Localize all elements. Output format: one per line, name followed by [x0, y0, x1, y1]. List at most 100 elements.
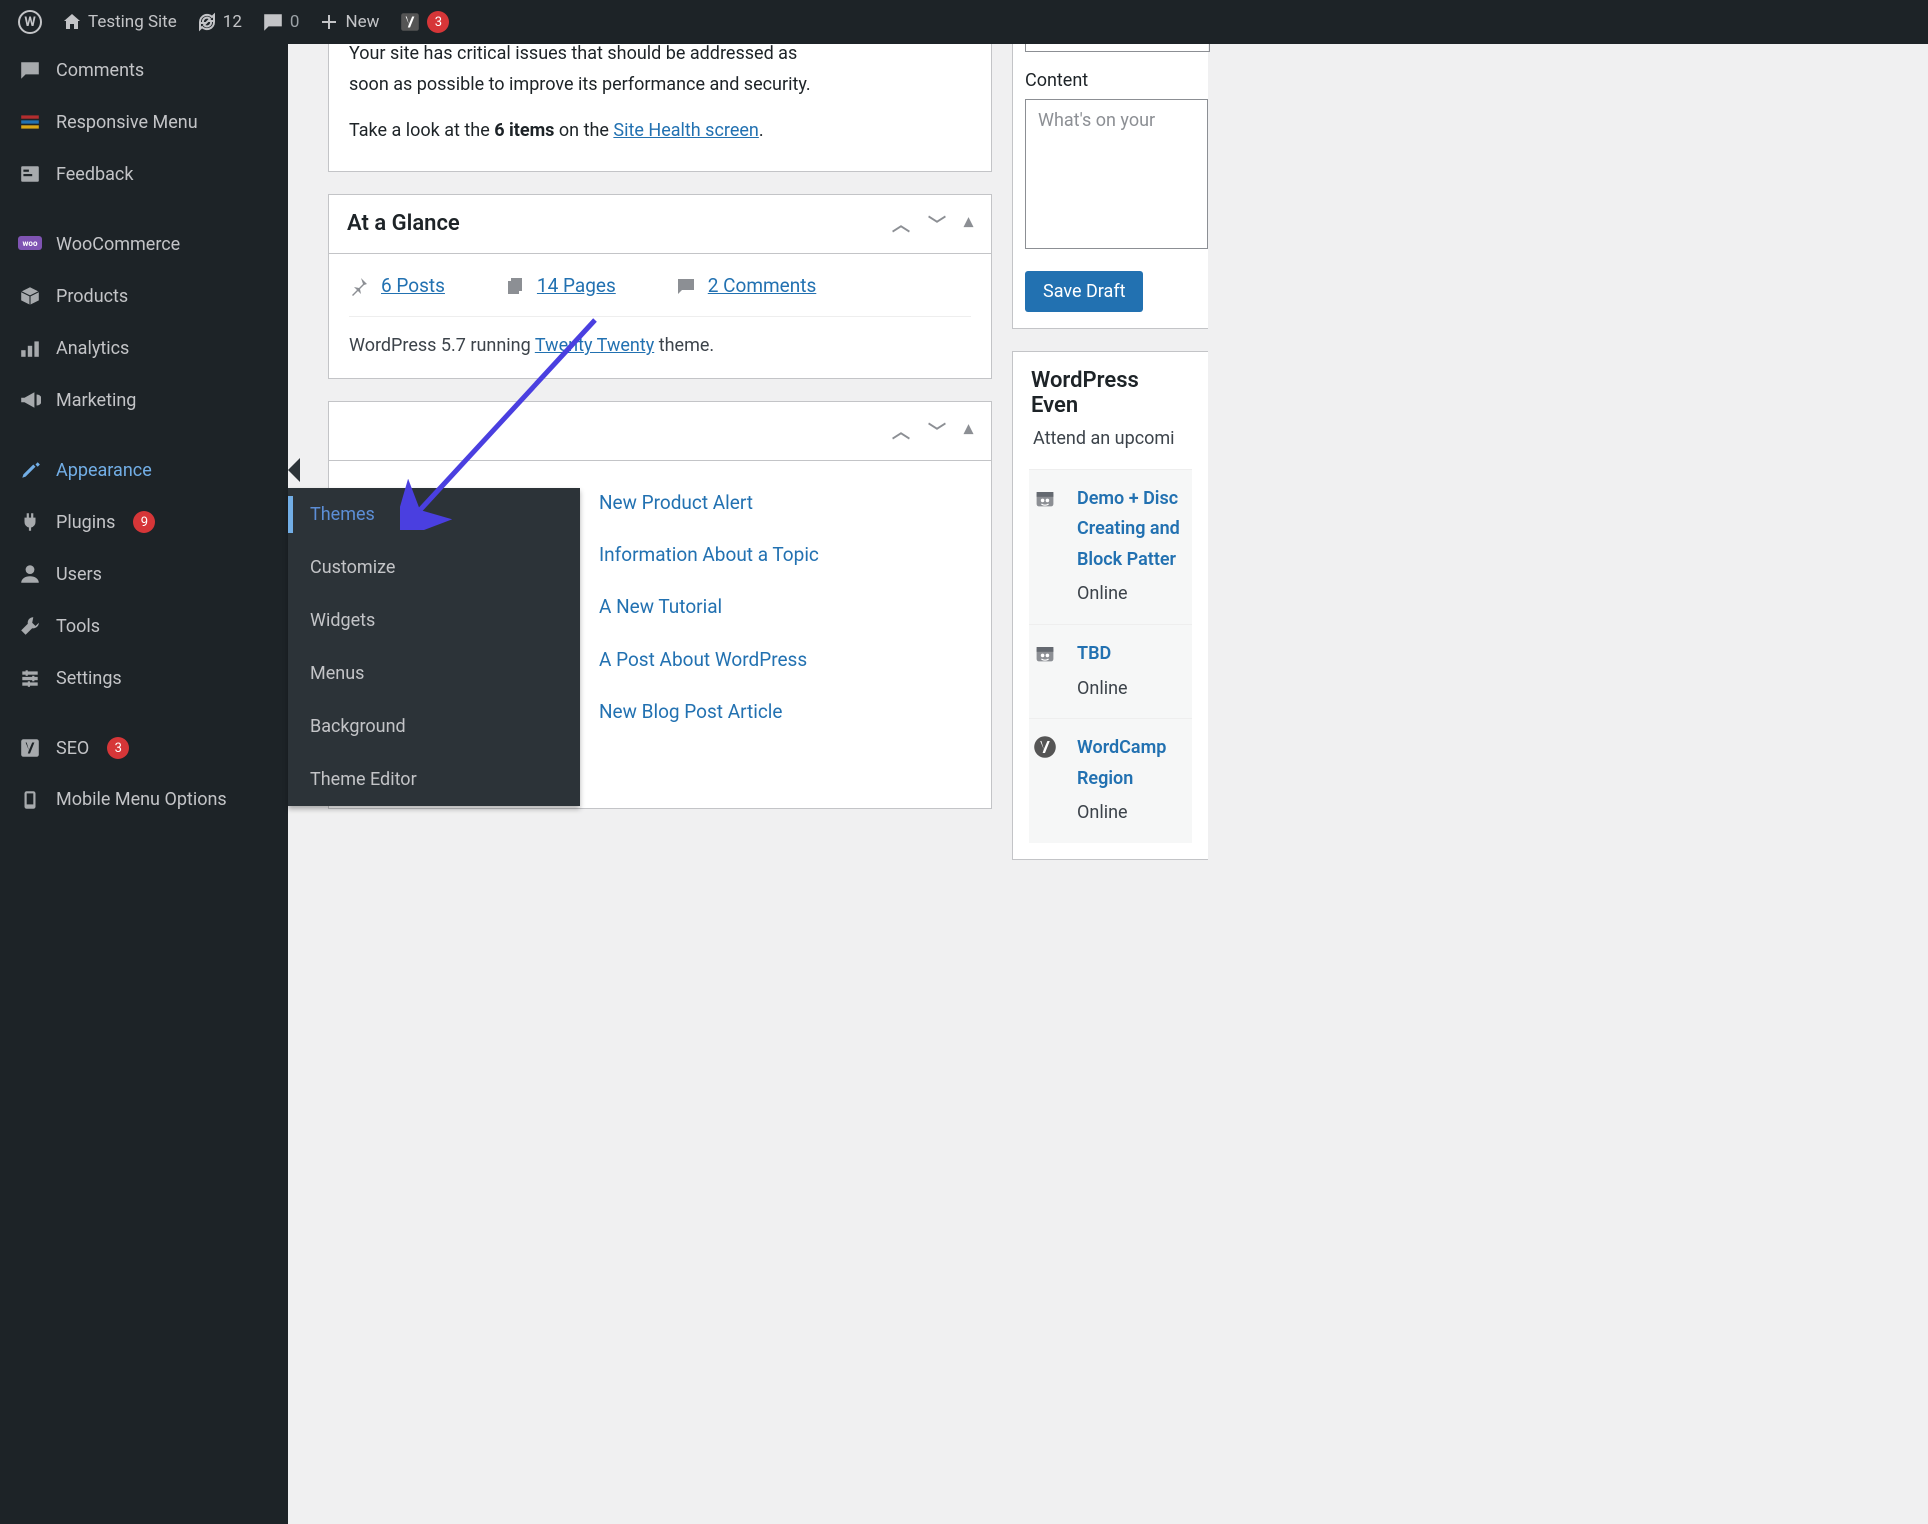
sidebar-item-tools[interactable]: Tools [0, 600, 288, 652]
wp-logo-menu[interactable]: W [8, 0, 52, 44]
save-draft-button[interactable]: Save Draft [1025, 271, 1143, 312]
sidebar-item-seo[interactable]: SEO 3 [0, 722, 288, 774]
appearance-icon [18, 458, 42, 482]
event-title: Region [1077, 764, 1166, 795]
plugins-badge: 9 [133, 511, 155, 533]
at-a-glance-box: At a Glance ︿ ﹀ ▴ 6 Posts [328, 194, 992, 379]
site-health-count: 6 items [494, 120, 554, 141]
mobile-icon [18, 788, 42, 812]
sidebar-item-woocommerce[interactable]: woo WooCommerce [0, 218, 288, 270]
sidebar-item-mobile-menu[interactable]: Mobile Menu Options [0, 774, 288, 826]
tools-icon [18, 614, 42, 638]
event-title: WordCamp [1077, 733, 1166, 764]
products-icon [18, 284, 42, 308]
activity-header[interactable]: ︿ ﹀ ▴ [329, 402, 991, 461]
wordpress-logo-icon: W [18, 10, 42, 34]
sidebar-item-comments[interactable]: Comments [0, 44, 288, 96]
yoast-icon [399, 11, 421, 33]
event-title: Creating and [1077, 514, 1180, 545]
glance-posts[interactable]: 6 Posts [349, 270, 445, 302]
comments-icon [18, 58, 42, 82]
move-up-icon[interactable]: ︿ [892, 211, 910, 237]
comment-icon [676, 276, 696, 296]
sidebar-item-label: SEO [56, 738, 89, 759]
event-item[interactable]: Demo + DiscCreating andBlock PatterOnlin… [1029, 469, 1192, 624]
sidebar-item-label: Users [56, 564, 102, 585]
sidebar-item-analytics[interactable]: Analytics [0, 322, 288, 374]
submenu-item-widgets[interactable]: Widgets [288, 594, 580, 647]
new-label: New [345, 12, 379, 32]
toggle-icon[interactable]: ▴ [964, 418, 973, 444]
sidebar-item-settings[interactable]: Settings [0, 652, 288, 704]
comments-menu[interactable]: 0 [252, 0, 310, 44]
site-health-text: soon as possible to improve its performa… [349, 74, 811, 95]
site-name-label: Testing Site [88, 12, 177, 32]
glance-foot-suffix: theme. [654, 335, 714, 356]
submenu-item-theme-editor[interactable]: Theme Editor [288, 753, 580, 806]
settings-icon [18, 666, 42, 690]
glance-theme-link[interactable]: Twenty Twenty [535, 335, 654, 356]
site-health-link[interactable]: Site Health screen [613, 120, 758, 141]
yoast-menu[interactable]: 3 [389, 0, 459, 44]
activity-title-link[interactable]: New Blog Post Article [599, 696, 783, 728]
sidebar-item-label: Tools [56, 616, 100, 637]
sidebar-item-label: WooCommerce [56, 234, 180, 255]
site-name-menu[interactable]: Testing Site [52, 0, 187, 44]
comments-count: 0 [290, 12, 300, 32]
at-a-glance-header[interactable]: At a Glance ︿ ﹀ ▴ [329, 195, 991, 254]
submenu-item-customize[interactable]: Customize [288, 541, 580, 594]
sidebar-item-appearance[interactable]: Appearance [0, 444, 288, 496]
submenu-label: Themes [310, 504, 375, 525]
activity-title-link[interactable]: Information About a Topic [599, 539, 819, 571]
woocommerce-icon: woo [18, 232, 42, 256]
event-title: Demo + Disc [1077, 484, 1180, 515]
site-health-text: Your site has critical issues that shoul… [349, 43, 797, 64]
sidebar-item-responsive-menu[interactable]: Responsive Menu [0, 96, 288, 148]
submenu-item-menus[interactable]: Menus [288, 647, 580, 700]
glance-pages[interactable]: 14 Pages [505, 270, 616, 302]
move-up-icon[interactable]: ︿ [892, 418, 910, 444]
glance-foot-prefix: WordPress 5.7 running [349, 335, 535, 356]
activity-title-link[interactable]: New Product Alert [599, 487, 753, 519]
sidebar-item-products[interactable]: Products [0, 270, 288, 322]
home-icon [62, 12, 82, 32]
draft-content-textarea[interactable]: What's on your [1025, 99, 1208, 249]
submenu-item-themes[interactable]: Themes [288, 488, 580, 541]
event-item[interactable]: TBDOnline [1029, 624, 1192, 718]
activity-title-link[interactable]: A New Tutorial [599, 591, 722, 623]
marketing-icon [18, 388, 42, 412]
sidebar-item-feedback[interactable]: Feedback [0, 148, 288, 200]
activity-title-link[interactable]: A Post About WordPress [599, 644, 807, 676]
toggle-icon[interactable]: ▴ [964, 211, 973, 237]
draft-placeholder: What's on your [1038, 110, 1155, 131]
site-health-mid: on the [554, 120, 613, 141]
updates-menu[interactable]: 12 [187, 0, 252, 44]
new-content-menu[interactable]: New [309, 0, 389, 44]
plugins-icon [18, 510, 42, 534]
event-title: TBD [1077, 639, 1128, 670]
pin-icon [349, 276, 369, 296]
at-a-glance-title: At a Glance [347, 211, 460, 236]
events-subtitle: Attend an upcomi [1033, 424, 1188, 469]
sidebar-item-marketing[interactable]: Marketing [0, 374, 288, 426]
glance-posts-label: 6 Posts [381, 270, 445, 302]
sidebar-item-label: Settings [56, 668, 122, 689]
svg-text:woo: woo [23, 239, 38, 248]
submenu-item-background[interactable]: Background [288, 700, 580, 753]
glance-comments[interactable]: 2 Comments [676, 270, 817, 302]
seo-badge: 3 [107, 737, 129, 759]
quick-draft-box: Content What's on your Save Draft [1012, 14, 1208, 329]
plus-icon [319, 12, 339, 32]
appearance-submenu: Themes Customize Widgets Menus Backgroun… [288, 488, 580, 806]
event-location: Online [1077, 670, 1128, 705]
move-down-icon[interactable]: ﹀ [928, 418, 946, 444]
sidebar-item-plugins[interactable]: Plugins 9 [0, 496, 288, 548]
event-icon [1033, 639, 1061, 704]
sidebar-item-users[interactable]: Users [0, 548, 288, 600]
updates-count: 12 [223, 12, 242, 32]
glance-comments-label: 2 Comments [708, 270, 817, 302]
activity-title [347, 418, 352, 443]
sidebar-item-label: Products [56, 286, 128, 307]
move-down-icon[interactable]: ﹀ [928, 211, 946, 237]
event-item[interactable]: WordCamp RegionOnline [1029, 718, 1192, 843]
